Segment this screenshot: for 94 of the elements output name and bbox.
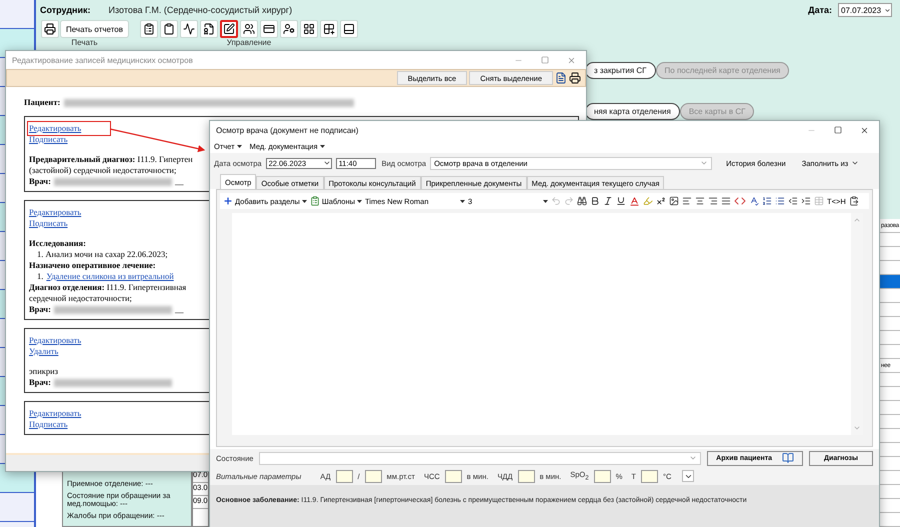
action-link[interactable]: Редактировать [29,408,82,419]
record-text: сердечной недостаточности; [29,293,132,304]
action-link[interactable]: Подписать [29,419,68,430]
image-icon[interactable] [669,196,679,206]
dropdown-icon [700,159,708,167]
record-text: эпикриз [29,366,58,377]
dropdown-icon [884,6,891,14]
vital-field[interactable] [336,470,353,482]
action-link[interactable]: Подписать [29,134,68,145]
caret-icon [357,200,362,202]
align-left-icon[interactable] [682,196,692,206]
word-document-icon[interactable] [555,72,567,84]
user-gear-icon [283,23,295,35]
date-label: Дата: [808,5,832,15]
filter-button[interactable]: няя карта отделения [585,103,680,120]
bold-icon[interactable] [590,196,600,206]
action-link[interactable]: Редактировать [29,207,82,218]
action-link[interactable]: Редактировать [29,335,82,346]
paste-icon[interactable] [848,196,859,206]
doctor-label: Врач: [29,176,51,187]
caret-icon [302,200,307,202]
group-label: Печать [71,38,98,47]
clipboard-icon [163,23,175,35]
window-title: Осмотр врача (документ не подписан) [216,126,358,134]
patient-label: Пациент: [24,97,60,108]
caret-icon [543,200,548,202]
diagnosis-text: Предварительный диагноз: I11.9. Гипертен [29,154,193,165]
users-icon [243,23,255,35]
align-justify-icon[interactable] [721,196,731,206]
record-text: (застойной) сердечной недостаточности; [29,165,176,176]
tag-icon[interactable] [734,195,746,207]
book-icon [782,452,794,464]
caret-icon [236,144,242,148]
action-link[interactable]: Редактировать [29,123,110,134]
font-color-icon[interactable] [629,196,640,206]
section-heading: Исследования: [29,238,86,249]
activity-icon [183,23,195,35]
grid-plus-icon [323,23,335,35]
maximize-icon[interactable] [834,126,842,134]
clipboard-icon [310,196,320,206]
signature-line: __ [174,304,184,315]
filter-button[interactable]: з закрытия СГ [585,62,656,79]
superscript-icon[interactable] [656,196,666,206]
close-icon[interactable] [860,126,869,134]
employee-label: Сотрудник: [40,5,91,15]
align-center-icon[interactable] [695,196,705,206]
card-icon [263,23,275,35]
print-reports-button[interactable]: Печать отчетов [60,20,129,38]
toolbar-button[interactable] [220,20,238,38]
doctor-label: Врач: [29,304,51,315]
spellcheck-icon[interactable] [749,196,759,206]
scroll-up-icon [853,216,861,224]
procedure-link[interactable]: Удаление силикона из витреальной [46,271,174,282]
indent-icon[interactable] [801,196,811,206]
plus-icon [223,196,233,206]
certificate-icon [203,23,215,35]
vital-field[interactable] [444,470,462,482]
grid-icon [303,23,315,35]
caret-icon [320,144,325,148]
binoculars-icon[interactable] [577,196,587,206]
group-label: Управление [226,38,272,47]
numbered-list-icon[interactable] [762,196,772,206]
print-icon[interactable] [569,72,581,84]
align-right-icon[interactable] [708,196,718,206]
signature-line: __ [174,176,184,187]
italic-icon[interactable] [603,196,613,206]
underline-icon[interactable] [616,196,626,206]
window-title: Редактирование записей медицинских осмотров [12,56,193,64]
vital-field[interactable] [594,470,611,482]
action-link[interactable]: Удалить [29,346,58,357]
list-number: 1. [37,271,44,282]
section-heading: Назначено оперативное лечение: [29,260,156,271]
dropdown-icon [851,159,860,167]
bullet-list-icon[interactable] [775,196,785,206]
expand-button[interactable] [682,470,694,482]
doctor-label: Врач: [29,377,51,388]
dropdown-icon [322,159,331,167]
vital-field[interactable] [518,470,535,482]
edit-icon [223,23,235,35]
dropdown-icon [689,454,698,462]
date-field[interactable]: 07.07.2023 [838,3,892,17]
print-report-button[interactable] [41,20,59,38]
caret-icon [460,200,465,202]
action-link[interactable]: Подписать [29,218,68,229]
outdent-icon[interactable] [788,196,798,206]
scroll-down-icon [853,424,861,432]
vital-field[interactable] [364,470,382,482]
panel-icon [343,23,355,35]
clipboard-list-icon [143,23,155,35]
employee-name: Изотова Г.М. (Сердечно-сосудистый хирург) [108,5,292,15]
vital-field[interactable] [641,470,658,482]
list-item: 1. Анализ мочи на сахар 22.06.2023; [36,249,168,260]
diagnosis-text: Диагноз отделения: I11.9. Гипертензивная [29,282,186,293]
printer-icon [44,23,56,35]
